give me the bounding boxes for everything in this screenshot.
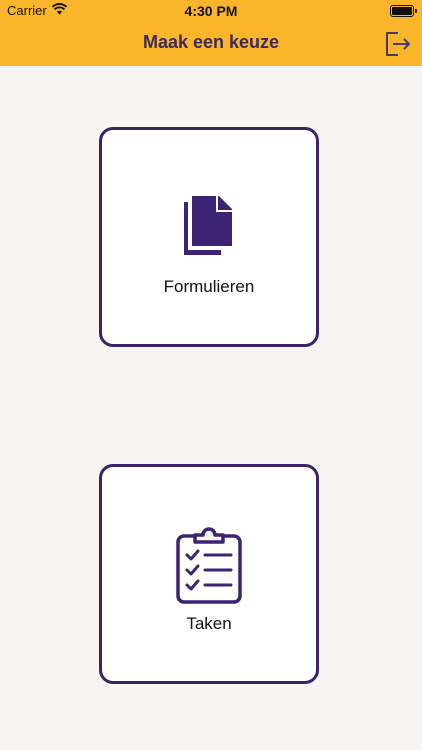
tasks-tile[interactable]: Taken [99, 464, 319, 684]
app-header: Carrier 4:30 PM Maak een keuze [0, 0, 422, 66]
forms-tile[interactable]: Formulieren [99, 127, 319, 347]
forms-label: Formulieren [163, 277, 255, 296]
clipboard-checklist-icon [176, 527, 242, 604]
documents-icon [184, 196, 232, 255]
status-time: 4:30 PM [184, 3, 238, 19]
battery-icon [390, 5, 417, 17]
status-bar: Carrier 4:30 PM [0, 0, 422, 22]
page-title: Maak een keuze [142, 32, 280, 52]
tasks-label: Taken [186, 614, 232, 633]
logout-icon[interactable] [384, 31, 412, 57]
